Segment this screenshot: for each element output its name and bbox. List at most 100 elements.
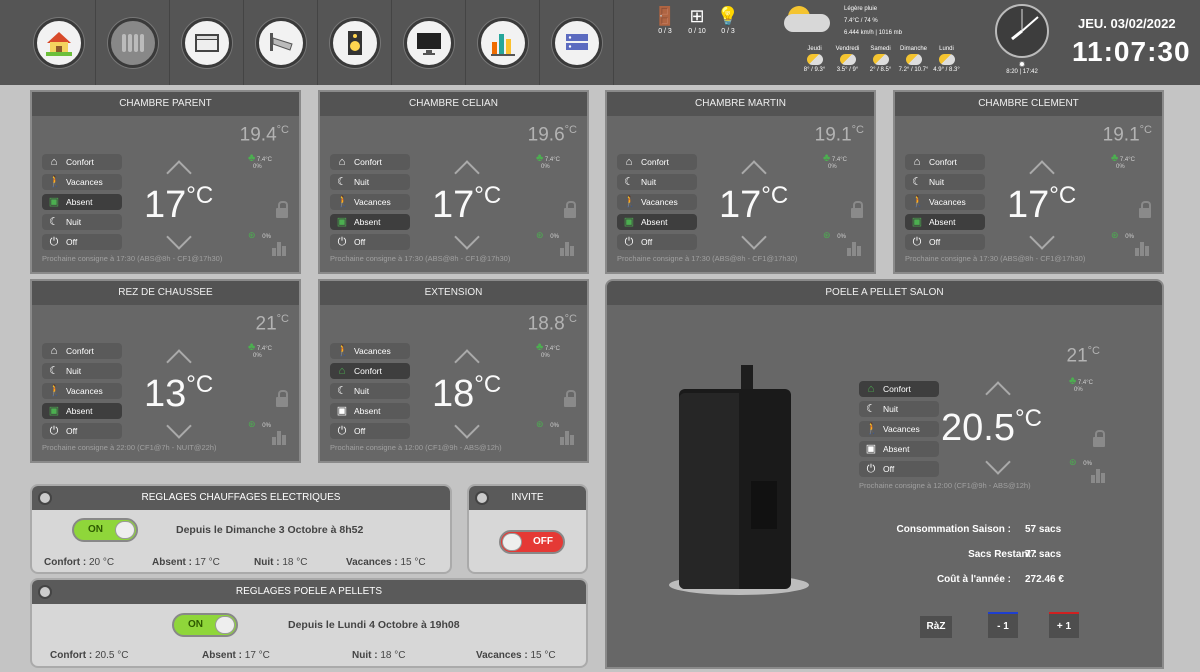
mode-off-button[interactable]: ⏻ Off: [905, 234, 985, 250]
mode-absent-button[interactable]: ▣ Absent: [617, 214, 697, 230]
mode-off-button[interactable]: ⏻ Off: [42, 234, 122, 250]
mode-confort-button[interactable]: ⌂ Confort: [42, 154, 122, 170]
electric-heating-toggle[interactable]: ON: [72, 518, 138, 542]
time-label: 11:07:30: [1072, 36, 1191, 67]
stats-bars-icon[interactable]: [1135, 242, 1151, 256]
reset-button[interactable]: RàZ: [920, 616, 952, 638]
next-setpoint: Prochaine consigne à 17:30 (ABS@8h - CF1…: [42, 254, 223, 263]
mode-absent-button[interactable]: ▣ Absent: [42, 403, 122, 419]
nav-shutter-button[interactable]: [170, 0, 244, 85]
weather-temp-humidity: 7.4°C / 74 %: [844, 18, 878, 24]
plus-one-button[interactable]: + 1: [1049, 612, 1079, 638]
sun-cloud-icon: [872, 54, 889, 65]
weather-widget[interactable]: Légère pluie 7.4°C / 74 % 6.444 km/h | 1…: [780, 2, 970, 82]
mode-absent-button[interactable]: ▣ Absent: [905, 214, 985, 230]
mode-nuit-button[interactable]: ☾ Nuit: [42, 363, 122, 379]
mode-off-button[interactable]: ⏻ Off: [859, 461, 939, 477]
house-icon: ⌂: [913, 156, 921, 168]
stats-bars-icon[interactable]: [560, 431, 576, 445]
mode-nuit-button[interactable]: ☾ Nuit: [617, 174, 697, 190]
eco-icon: ⊛: [536, 419, 544, 429]
stats-bars-icon[interactable]: [272, 431, 288, 445]
mode-vacances-button[interactable]: 🚶 Vacances: [859, 421, 939, 437]
mode-confort-button[interactable]: ⌂ Confort: [330, 154, 410, 170]
mode-absent-button[interactable]: ▣ Absent: [42, 194, 122, 210]
mode-nuit-button[interactable]: ☾ Nuit: [905, 174, 985, 190]
mode-vacances-button[interactable]: 🚶 Vacances: [42, 174, 122, 190]
target-temp: 18: [432, 373, 475, 415]
lock-icon[interactable]: [564, 390, 576, 407]
mode-off-button[interactable]: ⏻ Off: [330, 423, 410, 439]
poele-temp-down-button[interactable]: [985, 449, 1011, 475]
lock-icon[interactable]: [276, 390, 288, 407]
house-icon: ⌂: [338, 156, 346, 168]
mode-nuit-button[interactable]: ☾ Nuit: [859, 401, 939, 417]
mode-vacances-button[interactable]: 🚶 Vacances: [330, 194, 410, 210]
temp-down-button[interactable]: [1029, 224, 1055, 250]
temp-down-button[interactable]: [166, 413, 192, 439]
radiator-icon: [121, 33, 144, 52]
moon-icon: ☾: [49, 365, 59, 377]
mode-vacances-button[interactable]: 🚶 Vacances: [330, 343, 410, 359]
settings-icon[interactable]: [38, 491, 52, 505]
mode-confort-button[interactable]: ⌂ Confort: [905, 154, 985, 170]
current-temp: 19.6: [527, 124, 565, 146]
lock-icon[interactable]: [276, 201, 288, 218]
temp-down-button[interactable]: [741, 224, 767, 250]
lock-icon[interactable]: [564, 201, 576, 218]
temp-down-button[interactable]: [454, 413, 480, 439]
mode-nuit-button[interactable]: ☾ Nuit: [42, 214, 122, 230]
stats-bars-icon[interactable]: [272, 242, 288, 256]
current-temp: 19.1: [1102, 124, 1140, 146]
mode-vacances-button[interactable]: 🚶 Vacances: [905, 194, 985, 210]
mode-vacances-button[interactable]: 🚶 Vacances: [42, 383, 122, 399]
lock-icon[interactable]: [1139, 201, 1151, 218]
mode-absent-button[interactable]: ▣ Absent: [330, 403, 410, 419]
eco-icon: ⊛: [248, 419, 256, 429]
eco-icon: ⊛: [536, 230, 544, 240]
stats-bars-icon[interactable]: [847, 242, 863, 256]
nav-stats-button[interactable]: [466, 0, 540, 85]
mode-off-button[interactable]: ⏻ Off: [617, 234, 697, 250]
mode-absent-button[interactable]: ▣ Absent: [330, 214, 410, 230]
pellet-stove-toggle[interactable]: ON: [172, 613, 238, 637]
mode-nuit-button[interactable]: ☾ Nuit: [330, 174, 410, 190]
server-icon: [565, 33, 588, 50]
nav-audio-button[interactable]: [318, 0, 392, 85]
briefcase-icon: ▣: [48, 405, 60, 417]
house-icon: ⌂: [338, 365, 346, 377]
mode-confort-button[interactable]: ⌂ Confort: [42, 343, 122, 359]
nav-server-button[interactable]: [540, 0, 614, 85]
mode-confort-button[interactable]: ⌂ Confort: [617, 154, 697, 170]
temp-down-button[interactable]: [166, 224, 192, 250]
settings-icon[interactable]: [38, 585, 52, 599]
poele-temp-up-button[interactable]: [985, 381, 1011, 407]
lights-status[interactable]: 💡 0 / 3: [708, 6, 748, 35]
walker-icon: 🚶: [865, 423, 879, 435]
mode-absent-button[interactable]: ▣ Absent: [859, 441, 939, 457]
minus-one-button[interactable]: - 1: [988, 612, 1018, 638]
next-setpoint: Prochaine consigne à 17:30 (ABS@8h - CF1…: [617, 254, 798, 263]
nav-tv-button[interactable]: [392, 0, 466, 85]
mode-off-button[interactable]: ⏻ Off: [42, 423, 122, 439]
pellet-stove-image: [669, 365, 809, 595]
nav-camera-button[interactable]: [244, 0, 318, 85]
mode-confort-button[interactable]: ⌂ Confort: [859, 381, 939, 397]
invite-toggle[interactable]: OFF: [499, 530, 565, 554]
settings-icon[interactable]: [475, 491, 489, 505]
temp-down-button[interactable]: [454, 224, 480, 250]
mode-vacances-button[interactable]: 🚶 Vacances: [617, 194, 697, 210]
stats-bars-icon[interactable]: [560, 242, 576, 256]
stats-bars-icon[interactable]: [1091, 469, 1107, 483]
walker-icon: 🚶: [48, 385, 62, 397]
nav-heating-button[interactable]: [96, 0, 170, 85]
lock-icon[interactable]: [1093, 430, 1105, 447]
lock-icon[interactable]: [851, 201, 863, 218]
mode-nuit-button[interactable]: ☾ Nuit: [330, 383, 410, 399]
mode-off-button[interactable]: ⏻ Off: [330, 234, 410, 250]
moon-icon: ☾: [866, 403, 876, 415]
mode-confort-button[interactable]: ⌂ Confort: [330, 363, 410, 379]
nav-home-button[interactable]: [22, 0, 96, 85]
power-icon: ⏻: [337, 236, 347, 248]
room-panel: REZ DE CHAUSSEE 21°C ⌂ Confort ☾ Nuit 🚶 Vacan…: [30, 279, 301, 463]
